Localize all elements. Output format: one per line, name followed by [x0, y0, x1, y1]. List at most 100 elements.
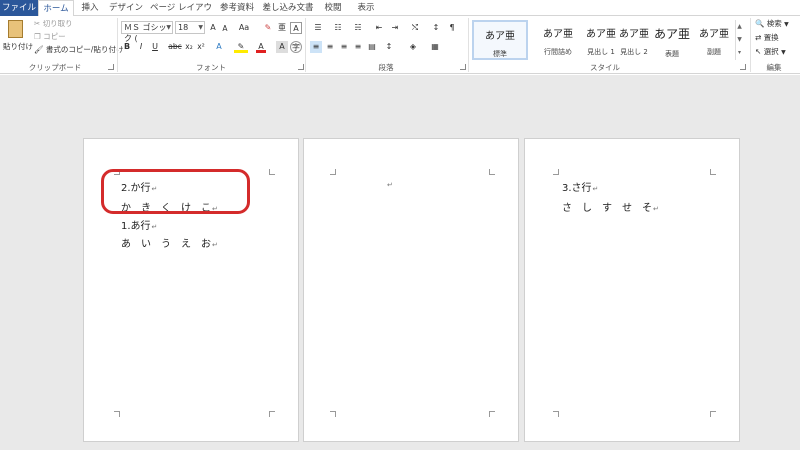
font-color-icon[interactable]: A: [256, 41, 266, 53]
cut-button[interactable]: ✂ 切り取り: [34, 18, 73, 29]
editing-group-label: 編集: [766, 63, 782, 72]
tab-mailings[interactable]: 差し込み文書: [260, 0, 316, 16]
enclose-char-icon[interactable]: 字: [290, 41, 302, 53]
scissors-icon: ✂: [34, 19, 41, 28]
replace-button[interactable]: ⇄ 置換: [755, 32, 779, 43]
chevron-down-icon: ▼: [166, 24, 171, 31]
sa-row-chars: さ し す せ そ↵: [562, 199, 659, 214]
multilevel-list-icon[interactable]: ☵: [350, 22, 366, 34]
brush-icon: 🖌: [34, 45, 44, 54]
bold-button[interactable]: B: [122, 41, 132, 53]
heading-a-row: 1.あ行↵: [121, 217, 157, 232]
line-text: あ い う え お: [121, 239, 211, 250]
heading-sa-row: 3.さ行↵: [562, 179, 598, 194]
page-1[interactable]: 2.か行↵ か き く け こ↵ 1.あ行↵ あ い う え お↵: [83, 138, 299, 442]
strikethrough-button[interactable]: abc: [168, 41, 182, 53]
increase-indent-icon[interactable]: ⇥: [388, 22, 402, 34]
paragraph-launcher-icon[interactable]: [460, 64, 466, 70]
font-size-combo[interactable]: 18 ▼: [175, 21, 205, 34]
chevron-down-icon: ▼: [781, 49, 786, 56]
align-center-icon[interactable]: ≡: [324, 41, 336, 53]
char-border-icon[interactable]: A: [290, 22, 302, 34]
paragraph-mark: ↵: [387, 181, 393, 189]
copy-button[interactable]: ❐ コピー: [34, 31, 66, 42]
format-painter-button[interactable]: 🖌 書式のコピー/貼り付け: [34, 44, 123, 55]
margin-corner: [710, 411, 716, 417]
tab-file[interactable]: ファイル: [0, 0, 38, 16]
tab-review[interactable]: 校閲: [318, 0, 348, 16]
style-name: 副題: [707, 48, 721, 56]
shading-icon[interactable]: ◈: [406, 41, 420, 53]
bullets-icon[interactable]: ☰: [310, 22, 326, 34]
style-normal[interactable]: あア亜 標準: [472, 20, 528, 60]
underline-button[interactable]: U: [150, 41, 160, 53]
borders-icon[interactable]: ▦: [428, 41, 442, 53]
paste-button[interactable]: 貼り付け: [3, 18, 33, 60]
margin-corner: [114, 411, 120, 417]
style-subtitle[interactable]: あア亜 副題: [686, 20, 742, 60]
align-right-icon[interactable]: ≡: [338, 41, 350, 53]
line-text: 3.さ行: [562, 183, 592, 194]
change-case-button[interactable]: Aa: [236, 22, 252, 34]
font-group-label: フォント: [196, 63, 226, 72]
clipboard-icon: [8, 20, 23, 38]
line-spacing-icon[interactable]: ↕: [382, 41, 396, 53]
justify-icon[interactable]: ≡: [352, 41, 364, 53]
document-area[interactable]: 2.か行↵ か き く け こ↵ 1.あ行↵ あ い う え お↵ ↵ 3.さ行…: [0, 75, 800, 450]
phonetic-guide-icon[interactable]: 亜: [276, 22, 288, 34]
font-launcher-icon[interactable]: [298, 64, 304, 70]
margin-corner: [553, 169, 559, 175]
copy-icon: ❐: [34, 32, 41, 41]
separator: [750, 18, 751, 72]
sort-icon[interactable]: ↕: [430, 22, 442, 34]
chevron-down-icon: ▼: [784, 21, 789, 28]
tab-design[interactable]: デザイン: [106, 0, 146, 16]
paragraph-mark: ↵: [592, 185, 599, 193]
margin-corner: [330, 411, 336, 417]
clear-format-icon[interactable]: ✎: [262, 22, 274, 34]
format-painter-label: 書式のコピー/貼り付け: [45, 45, 124, 54]
margin-corner: [710, 169, 716, 175]
empty-paragraph: ↵: [386, 179, 393, 190]
align-left-icon[interactable]: ≡: [310, 41, 322, 53]
clipboard-launcher-icon[interactable]: [108, 64, 114, 70]
styles-scroll[interactable]: ▲ ▼ ▾: [735, 20, 743, 60]
paragraph-mark: ↵: [151, 223, 158, 231]
char-shading-icon[interactable]: A: [276, 41, 288, 53]
show-marks-icon[interactable]: ¶: [446, 22, 458, 34]
find-label: 検索: [766, 19, 782, 28]
superscript-button[interactable]: x²: [196, 41, 206, 53]
italic-button[interactable]: I: [136, 41, 146, 53]
grow-font-button[interactable]: A: [208, 22, 218, 34]
tab-insert[interactable]: 挿入: [76, 0, 104, 16]
paragraph-mark: ↵: [212, 241, 218, 249]
copy-label: コピー: [43, 32, 66, 41]
decrease-indent-icon[interactable]: ⇤: [372, 22, 386, 34]
styles-launcher-icon[interactable]: [740, 64, 746, 70]
select-button[interactable]: ↖ 選択 ▼: [755, 46, 786, 57]
style-sample: あア亜: [485, 31, 515, 42]
subscript-button[interactable]: x₂: [184, 41, 194, 53]
paste-label: 貼り付け: [3, 42, 33, 51]
line-text: 1.あ行: [121, 221, 151, 232]
text-effects-icon[interactable]: A: [212, 41, 226, 53]
find-button[interactable]: 🔍 検索 ▼: [755, 18, 789, 29]
highlight-color-icon[interactable]: ✎: [234, 41, 248, 53]
cursor-icon: ↖: [755, 47, 762, 56]
margin-corner: [489, 411, 495, 417]
tab-view[interactable]: 表示: [350, 0, 382, 16]
text-direction-icon[interactable]: ⤭: [408, 22, 422, 34]
page-3[interactable]: 3.さ行↵ さ し す せ そ↵: [524, 138, 740, 442]
paragraph-group-label: 段落: [378, 63, 394, 72]
red-highlight-ellipse: [101, 169, 250, 214]
search-icon: 🔍: [755, 19, 765, 28]
tab-home[interactable]: ホーム: [38, 0, 74, 17]
distribute-icon[interactable]: ▤: [366, 41, 378, 53]
font-name-combo[interactable]: ＭＳ ゴシック (▼: [121, 21, 173, 43]
tab-page-layout[interactable]: ページ レイアウト: [148, 0, 214, 29]
page-2[interactable]: ↵: [303, 138, 519, 442]
font-size-value: 18: [178, 23, 189, 32]
shrink-font-button[interactable]: A: [220, 23, 230, 35]
tab-references[interactable]: 参考資料: [216, 0, 258, 16]
numbering-icon[interactable]: ☷: [330, 22, 346, 34]
